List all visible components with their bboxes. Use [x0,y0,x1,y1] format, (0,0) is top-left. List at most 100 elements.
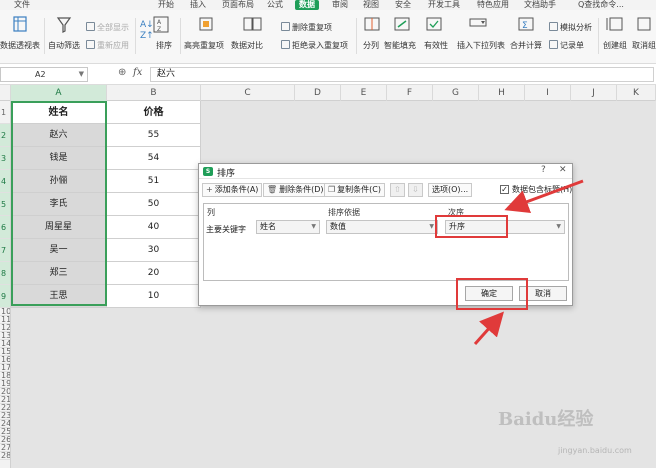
fx-icon[interactable]: fx [133,67,142,78]
autofilter-button[interactable]: 自动筛选 [48,40,80,51]
zoom-icon[interactable]: ⊕ [118,67,126,78]
copy-condition-button[interactable]: ❐ 复制条件(C) [324,183,385,197]
sort-basis-select[interactable]: 数值 ▼ [326,220,438,234]
table-cell-price[interactable]: 54 [107,147,201,170]
table-cell-name[interactable]: 王思 [11,285,107,308]
dialog-title-bar[interactable]: S 排序 ? ✕ [199,164,572,179]
table-cell-price[interactable]: 30 [107,239,201,262]
row-header[interactable]: 6 [0,216,10,239]
smart-fill-button[interactable]: 智能填充 [384,40,416,51]
simulate-analysis-button[interactable]: 模拟分析 [549,22,592,33]
row-header[interactable]: 16 [0,356,10,364]
close-icon[interactable]: ✕ [559,165,567,175]
table-cell-name[interactable]: 孙俪 [11,170,107,193]
order-select[interactable]: 升序 ▼ [445,220,565,234]
filter-icon[interactable] [50,16,78,34]
row-header[interactable]: 15 [0,348,10,356]
table-cell-price[interactable]: 50 [107,193,201,216]
split-column-button[interactable]: 分列 [363,40,379,51]
table-cell-price[interactable]: 10 [107,285,201,308]
reapply-button[interactable]: 重新应用 [86,40,129,51]
name-box[interactable]: A2 ▼ [0,67,88,82]
ungroup-icon[interactable] [630,16,656,34]
row-header[interactable]: 26 [0,436,10,444]
row-header[interactable]: 10 [0,308,10,316]
column-header-b[interactable]: B [107,85,201,101]
tab-security[interactable]: 安全 [395,0,411,10]
column-header-g[interactable]: G [433,85,479,101]
formula-input[interactable]: 赵六 [150,67,654,82]
select-all-corner[interactable] [0,85,11,101]
insert-dropdown-button[interactable]: 插入下拉列表 [457,40,505,51]
row-header[interactable]: 12 [0,324,10,332]
header-cell-name[interactable]: 姓名 [11,101,107,124]
reject-duplicates-button[interactable]: 拒绝录入重复项 [281,40,348,51]
column-header-f[interactable]: F [387,85,433,101]
column-header-k[interactable]: K [617,85,656,101]
add-condition-button[interactable]: + 添加条件(A) [202,183,263,197]
sort-button[interactable]: 排序 [156,40,172,51]
row-header[interactable]: 28 [0,452,10,460]
column-header-e[interactable]: E [341,85,387,101]
move-up-button[interactable]: ⇧ [390,183,405,197]
validity-button[interactable]: 有效性 [424,40,448,51]
column-header-a[interactable]: A [11,85,107,101]
tab-page-layout[interactable]: 页面布局 [222,0,254,10]
data-compare-button[interactable]: 数据对比 [231,40,263,51]
show-all-button[interactable]: 全部显示 [86,22,129,33]
move-down-button[interactable]: ⇩ [408,183,423,197]
ok-button[interactable]: 确定 [465,286,513,301]
record-sheet-button[interactable]: 记录单 [549,40,584,51]
options-button[interactable]: 选项(O)... [428,183,473,197]
row-header[interactable]: 23 [0,412,10,420]
row-header[interactable]: 24 [0,420,10,428]
row-header[interactable]: 2 [0,124,10,147]
help-icon[interactable]: ? [541,165,546,175]
row-header[interactable]: 13 [0,332,10,340]
tab-home[interactable]: 开始 [158,0,174,10]
ungroup-button[interactable]: 取消组 [632,40,656,51]
merge-calc-icon[interactable]: Σ [512,16,540,34]
cancel-button[interactable]: 取消 [519,286,567,301]
row-header[interactable]: 27 [0,444,10,452]
row-header[interactable]: 22 [0,404,10,412]
row-header[interactable]: 19 [0,380,10,388]
table-cell-name[interactable]: 郑三 [11,262,107,285]
table-cell-name[interactable]: 钱是 [11,147,107,170]
table-cell-name[interactable]: 周星星 [11,216,107,239]
column-header-i[interactable]: I [525,85,571,101]
tab-review[interactable]: 审阅 [332,0,348,10]
tab-formula[interactable]: 公式 [267,0,283,10]
row-header[interactable]: 25 [0,428,10,436]
column-header-d[interactable]: D [295,85,341,101]
table-cell-name[interactable]: 李氏 [11,193,107,216]
row-header[interactable]: 5 [0,193,10,216]
smart-fill-icon[interactable] [388,16,416,34]
tab-data[interactable]: 数据 [295,0,319,10]
data-compare-icon[interactable] [238,16,266,34]
tab-view[interactable]: 视图 [363,0,379,10]
highlight-duplicates-icon[interactable] [192,16,220,34]
split-column-icon[interactable] [358,16,386,34]
remove-duplicates-button[interactable]: 删除重复项 [281,22,332,33]
has-header-checkbox[interactable]: ✓ [500,185,509,194]
row-header[interactable]: 21 [0,396,10,404]
column-header-j[interactable]: J [571,85,617,101]
table-cell-price[interactable]: 40 [107,216,201,239]
tab-doc-assistant[interactable]: 文档助手 [524,0,556,10]
create-group-icon[interactable] [602,16,630,34]
delete-condition-button[interactable]: 🗑 删除条件(D) [263,183,328,197]
validity-icon[interactable] [420,16,448,34]
tab-developer[interactable]: 开发工具 [428,0,460,10]
table-cell-price[interactable]: 20 [107,262,201,285]
insert-dropdown-icon[interactable] [464,16,492,34]
merge-calc-button[interactable]: 合并计算 [510,40,542,51]
row-header[interactable]: 18 [0,372,10,380]
header-cell-price[interactable]: 价格 [107,101,201,124]
pivot-table-button[interactable]: 数据透视表 [0,40,40,51]
row-header[interactable]: 17 [0,364,10,372]
pivot-table-icon[interactable] [6,16,34,34]
row-header[interactable]: 4 [0,170,10,193]
primary-key-select[interactable]: 姓名 ▼ [256,220,320,234]
tab-insert[interactable]: 插入 [190,0,206,10]
